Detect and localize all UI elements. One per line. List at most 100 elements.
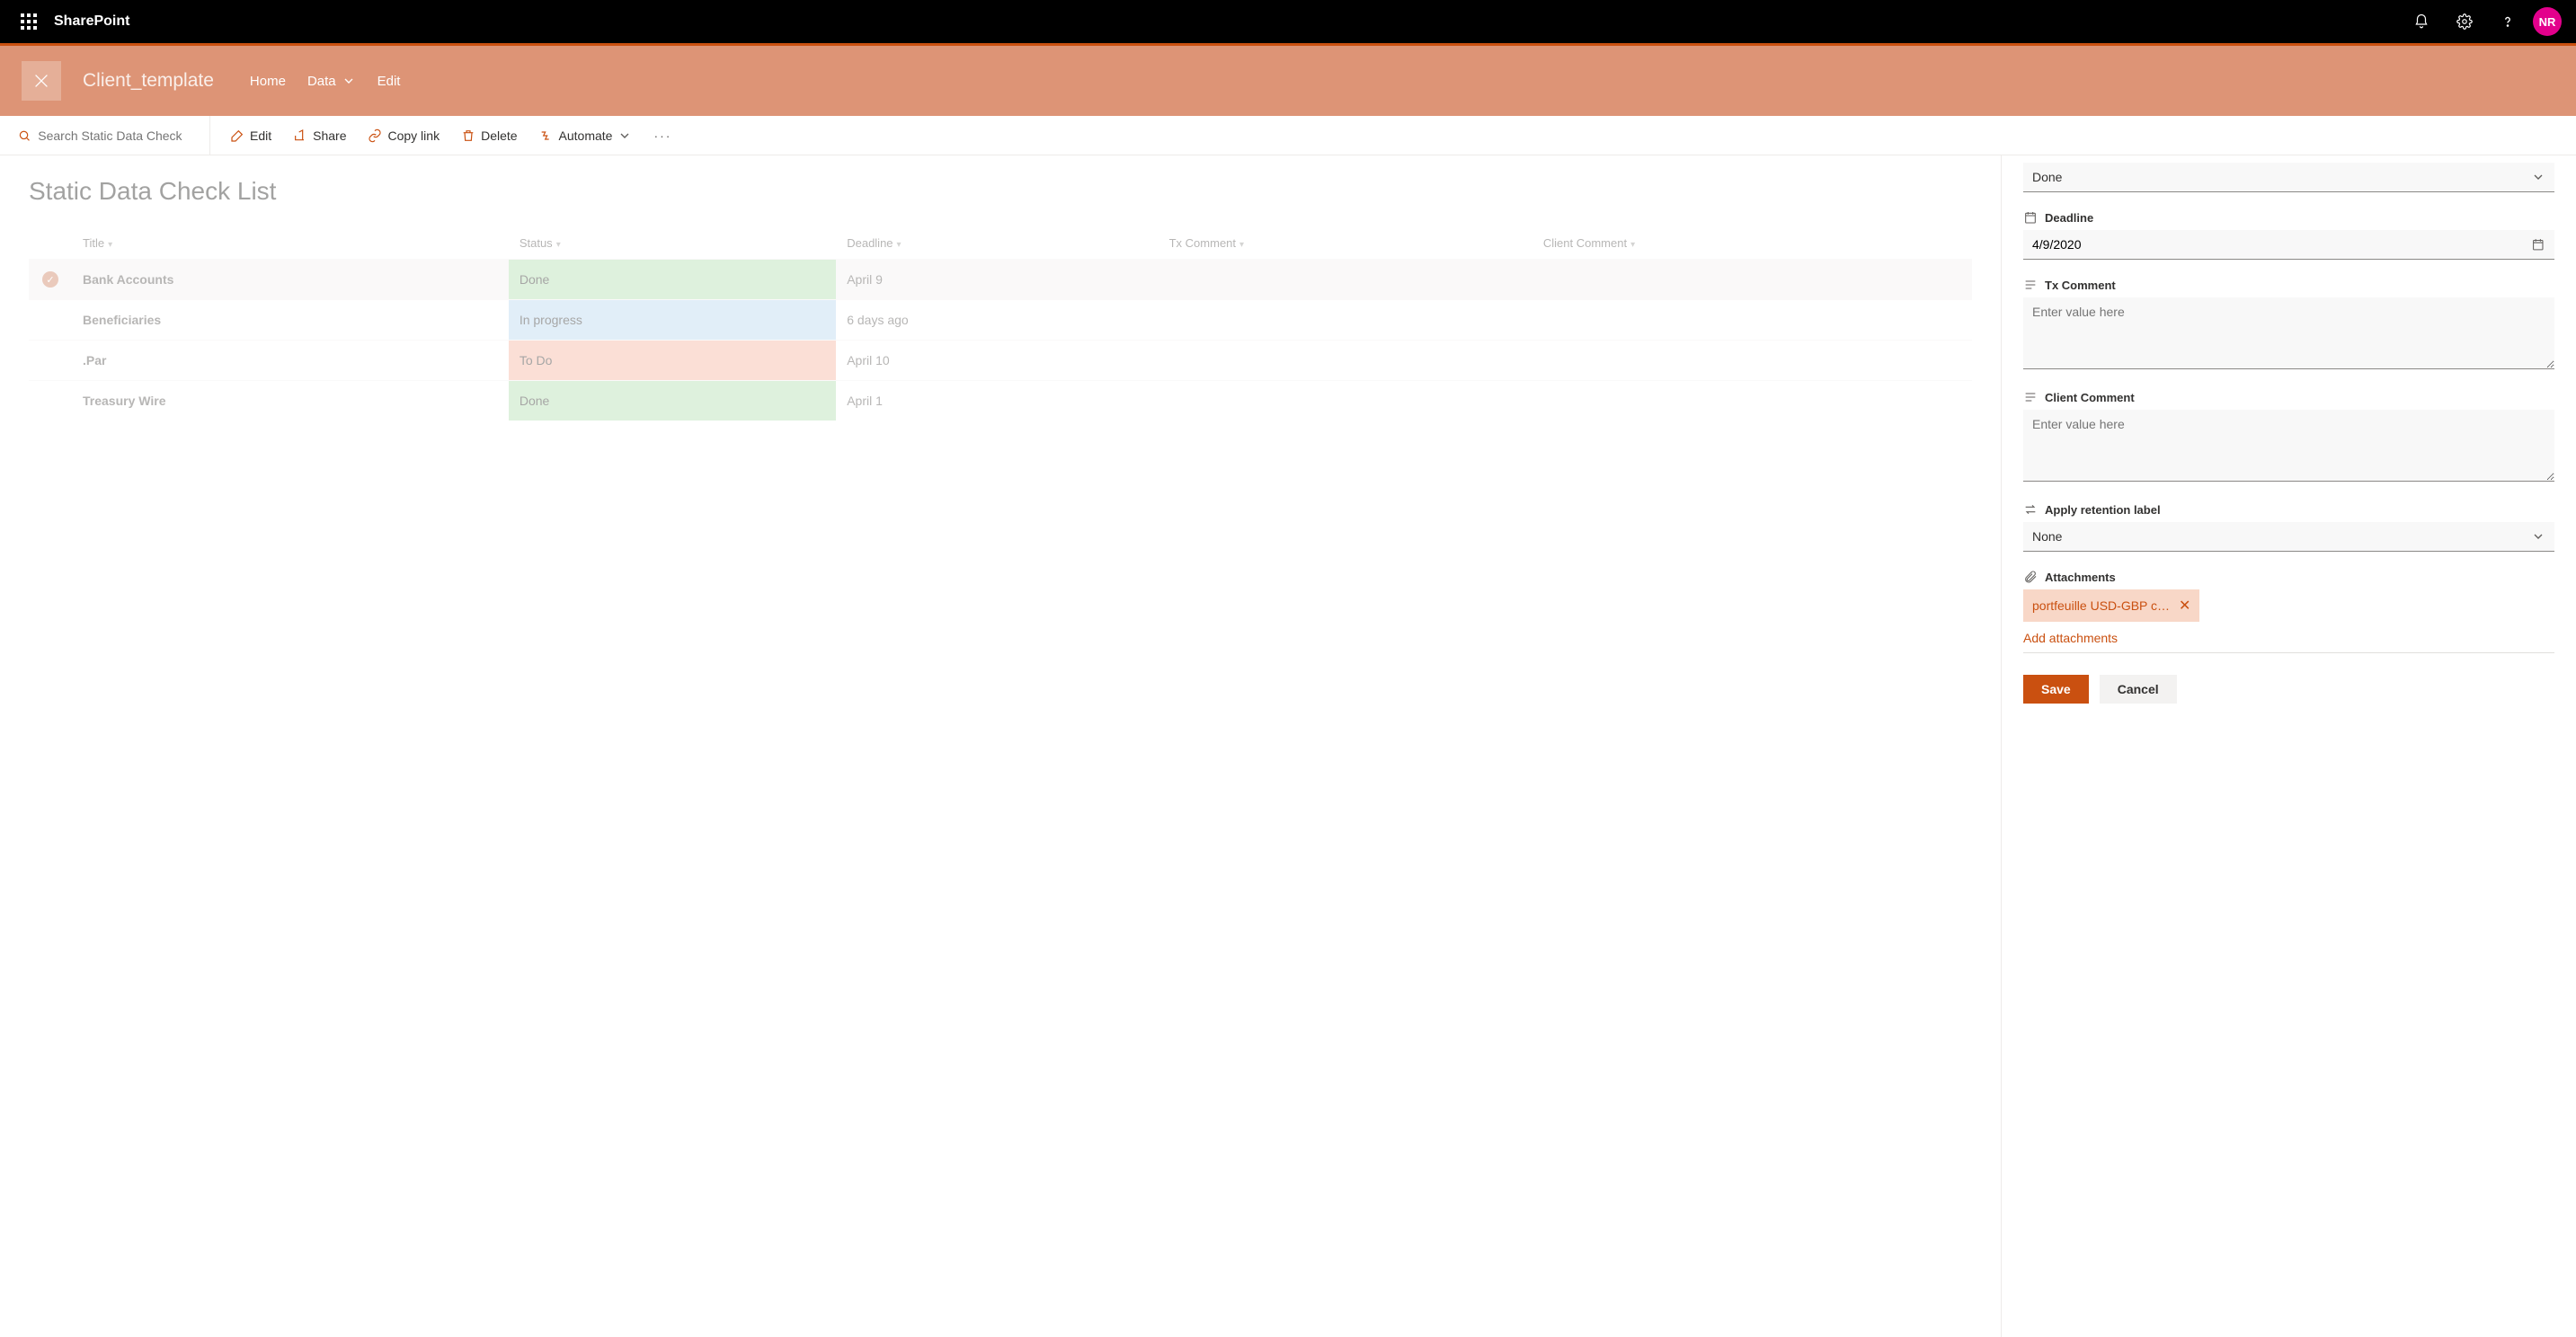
edit-panel: Done Deadline Tx Comment bbox=[2001, 155, 2576, 1337]
chevron-down-icon bbox=[2531, 529, 2545, 544]
status-badge: In progress bbox=[509, 300, 836, 340]
help-button[interactable] bbox=[2486, 0, 2529, 43]
paperclip-icon bbox=[2023, 570, 2038, 584]
cmd-automate-label: Automate bbox=[559, 128, 613, 143]
selected-check-icon: ✓ bbox=[42, 271, 58, 288]
flow-icon bbox=[539, 128, 554, 143]
row-title: Beneficiaries bbox=[72, 300, 509, 341]
chevron-down-icon bbox=[342, 74, 356, 88]
row-deadline: 6 days ago bbox=[836, 300, 1158, 341]
text-icon bbox=[2023, 278, 2038, 292]
trash-icon bbox=[461, 128, 475, 143]
app-launcher-button[interactable] bbox=[7, 0, 50, 43]
question-icon bbox=[2500, 13, 2516, 30]
cmd-more[interactable]: ··· bbox=[644, 121, 680, 150]
calendar-picker-icon[interactable] bbox=[2531, 237, 2545, 252]
col-tx-comment[interactable]: Tx Comment▾ bbox=[1159, 227, 1532, 260]
attachment-name: portfeuille USD-GBP c… bbox=[2032, 598, 2170, 613]
share-icon bbox=[293, 128, 307, 143]
retention-dropdown[interactable]: None bbox=[2023, 522, 2554, 552]
row-title: Treasury Wire bbox=[72, 381, 509, 421]
nav-data[interactable]: Data bbox=[307, 74, 356, 89]
cmd-delete[interactable]: Delete bbox=[452, 121, 526, 150]
table-row[interactable]: .ParTo DoApril 10 bbox=[29, 341, 1972, 381]
cmd-copy-link[interactable]: Copy link bbox=[359, 121, 449, 150]
cmd-automate[interactable]: Automate bbox=[530, 121, 642, 150]
retention-value: None bbox=[2032, 529, 2062, 544]
status-badge: To Do bbox=[509, 341, 836, 380]
row-deadline: April 10 bbox=[836, 341, 1158, 381]
deadline-label: Deadline bbox=[2045, 211, 2093, 225]
retention-label: Apply retention label bbox=[2045, 503, 2161, 517]
status-badge: Done bbox=[509, 381, 836, 421]
nav-data-label: Data bbox=[307, 74, 336, 89]
col-status[interactable]: Status▾ bbox=[509, 227, 836, 260]
suite-header: SharePoint NR bbox=[0, 0, 2576, 43]
cmd-copy-link-label: Copy link bbox=[387, 128, 440, 143]
nav-edit[interactable]: Edit bbox=[378, 74, 401, 89]
remove-attachment-button[interactable]: ✕ bbox=[2179, 597, 2190, 615]
row-title: .Par bbox=[72, 341, 509, 381]
nav-home[interactable]: Home bbox=[250, 74, 286, 89]
tx-comment-label: Tx Comment bbox=[2045, 279, 2116, 292]
cmd-share-label: Share bbox=[313, 128, 346, 143]
calendar-icon bbox=[2023, 210, 2038, 225]
list-table: Title▾ Status▾ Deadline▾ Tx Comment▾ Cli… bbox=[29, 227, 1972, 421]
bell-icon bbox=[2413, 13, 2429, 30]
row-deadline: April 9 bbox=[836, 260, 1158, 300]
search-icon bbox=[18, 128, 31, 143]
table-row[interactable]: BeneficiariesIn progress6 days ago bbox=[29, 300, 1972, 341]
table-row[interactable]: ✓ Bank AccountsDoneApril 9 bbox=[29, 260, 1972, 300]
attachment-chip[interactable]: portfeuille USD-GBP c… ✕ bbox=[2023, 589, 2199, 622]
deadline-input-wrap bbox=[2023, 230, 2554, 260]
col-client-comment[interactable]: Client Comment▾ bbox=[1532, 227, 1972, 260]
client-comment-input[interactable] bbox=[2023, 410, 2554, 482]
settings-button[interactable] bbox=[2443, 0, 2486, 43]
attachments-label: Attachments bbox=[2045, 571, 2116, 584]
list-area: Static Data Check List Title▾ Status▾ De… bbox=[0, 155, 2001, 1337]
site-logo-icon bbox=[31, 71, 51, 91]
chevron-down-icon bbox=[617, 128, 632, 143]
site-nav: Client_template Home Data Edit bbox=[0, 46, 2576, 116]
table-row[interactable]: Treasury WireDoneApril 1 bbox=[29, 381, 1972, 421]
page-title: Static Data Check List bbox=[29, 177, 1972, 206]
col-title[interactable]: Title▾ bbox=[72, 227, 509, 260]
pencil-icon bbox=[230, 128, 244, 143]
field-retention: Apply retention label None bbox=[2023, 502, 2554, 552]
cancel-button[interactable]: Cancel bbox=[2100, 675, 2177, 704]
add-attachments-link[interactable]: Add attachments bbox=[2023, 631, 2554, 653]
field-tx-comment: Tx Comment bbox=[2023, 278, 2554, 372]
waffle-icon bbox=[21, 13, 37, 30]
row-title: Bank Accounts bbox=[72, 260, 509, 300]
chevron-down-icon bbox=[2531, 170, 2545, 184]
status-value: Done bbox=[2032, 170, 2062, 184]
field-status: Done bbox=[2023, 163, 2554, 192]
avatar[interactable]: NR bbox=[2533, 7, 2562, 36]
field-attachments: Attachments portfeuille USD-GBP c… ✕ Add… bbox=[2023, 570, 2554, 653]
link-icon bbox=[368, 128, 382, 143]
status-dropdown[interactable]: Done bbox=[2023, 163, 2554, 192]
cmd-edit[interactable]: Edit bbox=[221, 121, 280, 150]
deadline-input[interactable] bbox=[2032, 237, 2531, 252]
cmd-delete-label: Delete bbox=[481, 128, 517, 143]
status-badge: Done bbox=[509, 260, 836, 299]
field-client-comment: Client Comment bbox=[2023, 390, 2554, 484]
save-button[interactable]: Save bbox=[2023, 675, 2089, 704]
tx-comment-input[interactable] bbox=[2023, 297, 2554, 369]
gear-icon bbox=[2456, 13, 2473, 30]
client-comment-label: Client Comment bbox=[2045, 391, 2135, 404]
cmd-share[interactable]: Share bbox=[284, 121, 355, 150]
cmd-edit-label: Edit bbox=[250, 128, 271, 143]
product-name: SharePoint bbox=[54, 13, 129, 30]
search-input[interactable] bbox=[38, 128, 202, 143]
col-deadline[interactable]: Deadline▾ bbox=[836, 227, 1158, 260]
search-box[interactable] bbox=[11, 116, 210, 155]
command-bar: Edit Share Copy link Delete Automate ··· bbox=[0, 116, 2576, 155]
row-deadline: April 1 bbox=[836, 381, 1158, 421]
notifications-button[interactable] bbox=[2400, 0, 2443, 43]
site-title[interactable]: Client_template bbox=[83, 70, 214, 92]
field-deadline: Deadline bbox=[2023, 210, 2554, 260]
site-logo[interactable] bbox=[22, 61, 61, 101]
swap-icon bbox=[2023, 502, 2038, 517]
text-icon bbox=[2023, 390, 2038, 404]
